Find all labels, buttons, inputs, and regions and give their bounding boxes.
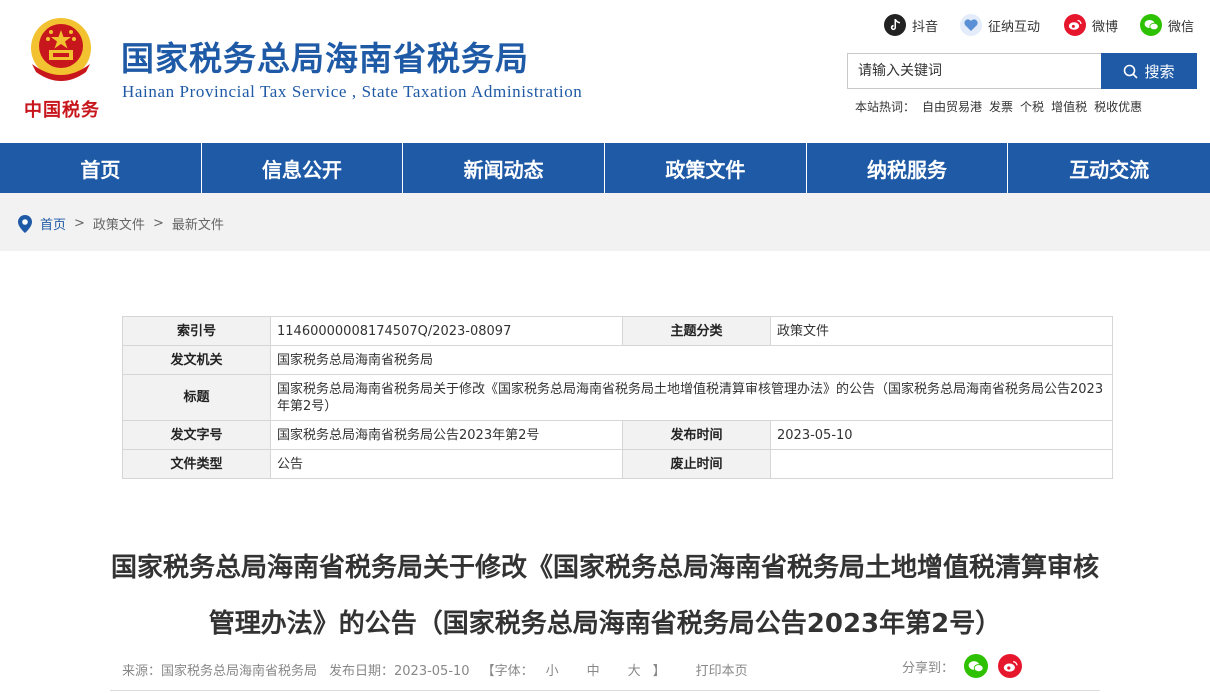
breadcrumb: 首页 > 政策文件 > 最新文件	[18, 214, 224, 233]
meta-value: 国家税务总局海南省税务局	[270, 345, 1113, 375]
meta-key: 发布时间	[622, 420, 771, 450]
nav-item-home[interactable]: 首页	[0, 143, 202, 193]
article-date: 发布日期：2023-05-10	[329, 664, 470, 679]
search-input[interactable]	[847, 53, 1101, 89]
table-row: 索引号 11460000008174507Q/2023-08097 主题分类 政…	[122, 316, 1113, 346]
social-label: 抖音	[912, 19, 939, 35]
breadcrumb-bar: 首页 > 政策文件 > 最新文件	[0, 193, 1210, 251]
social-wechat[interactable]: 微信	[1140, 14, 1194, 36]
meta-value: 国家税务总局海南省税务局关于修改《国家税务总局海南省税务局土地增值税清算审核管理…	[270, 374, 1113, 421]
article-info-bar: 来源：国家税务总局海南省税务局 发布日期：2023-05-10 【字体： 小 中…	[122, 660, 748, 679]
meta-value: 11460000008174507Q/2023-08097	[270, 316, 623, 346]
breadcrumb-separator: >	[74, 216, 85, 231]
social-weibo[interactable]: 微博	[1064, 14, 1118, 36]
document-meta-table: 索引号 11460000008174507Q/2023-08097 主题分类 政…	[122, 316, 1113, 479]
search-icon	[1124, 64, 1139, 79]
font-size-bracket-close: 】	[652, 664, 666, 679]
site-subtitle: Hainan Provincial Tax Service , State Ta…	[122, 82, 583, 101]
hotword-link[interactable]: 增值税	[1051, 98, 1087, 115]
table-row: 发文机关 国家税务总局海南省税务局	[122, 345, 1113, 375]
print-button[interactable]: 打印本页	[696, 660, 748, 679]
meta-key: 标题	[122, 374, 271, 421]
nav-item-interaction[interactable]: 互动交流	[1008, 143, 1210, 193]
search-button-label: 搜索	[1144, 62, 1175, 81]
breadcrumb-policy[interactable]: 政策文件	[93, 214, 145, 233]
social-douyin[interactable]: 抖音	[884, 14, 938, 36]
share-wechat-icon[interactable]	[964, 654, 989, 678]
meta-key: 主题分类	[622, 316, 771, 346]
site-title[interactable]: 国家税务总局海南省税务局	[121, 32, 529, 80]
table-row: 标题 国家税务总局海南省税务局关于修改《国家税务总局海南省税务局土地增值税清算审…	[122, 374, 1113, 421]
article-source: 来源：国家税务总局海南省税务局	[122, 664, 318, 679]
table-row: 文件类型 公告 废止时间	[122, 449, 1113, 479]
share-label: 分享到：	[902, 660, 955, 676]
meta-value	[770, 449, 1113, 479]
breadcrumb-separator: >	[152, 216, 164, 231]
font-size-small-button[interactable]: 小	[546, 660, 559, 679]
share-bar: 分享到：	[902, 654, 1023, 678]
social-label: 微博	[1092, 19, 1119, 35]
hotword-link[interactable]: 个税	[1020, 98, 1044, 115]
meta-value: 政策文件	[770, 316, 1113, 346]
social-label: 征纳互动	[988, 19, 1041, 35]
meta-value: 公告	[270, 449, 623, 479]
divider	[110, 690, 1100, 691]
nav-item-news[interactable]: 新闻动态	[403, 143, 606, 193]
meta-key: 文件类型	[122, 449, 271, 479]
nav-item-info-disclosure[interactable]: 信息公开	[202, 143, 404, 193]
meta-key: 废止时间	[622, 449, 771, 479]
article-title: 国家税务总局海南省税务局关于修改《国家税务总局海南省税务局土地增值税清算审核管理…	[110, 553, 1099, 639]
interaction-icon	[960, 14, 982, 36]
meta-value: 国家税务总局海南省税务局公告2023年第2号	[270, 420, 623, 450]
search-box: 搜索	[847, 53, 1197, 89]
search-button[interactable]: 搜索	[1101, 53, 1197, 89]
location-pin-icon	[18, 214, 32, 233]
hotword-link[interactable]: 自由贸易港	[922, 98, 982, 115]
font-size-controls: 小 中 大	[546, 660, 641, 679]
social-interaction[interactable]: 征纳互动	[960, 14, 1040, 36]
hotword-link[interactable]: 税收优惠	[1094, 98, 1142, 115]
hotwords-label: 本站热词：	[855, 100, 916, 114]
font-size-bracket-open: 【字体：	[481, 664, 534, 679]
social-label: 微信	[1168, 19, 1195, 35]
table-row: 发文字号 国家税务总局海南省税务局公告2023年第2号 发布时间 2023-05…	[122, 420, 1113, 450]
brand-script-logo: 中国税务	[24, 100, 100, 121]
meta-value: 2023-05-10	[770, 420, 1113, 450]
national-emblem-icon	[31, 18, 91, 81]
weibo-icon	[1064, 14, 1086, 36]
hotwords: 本站热词： 自由贸易港 发票 个税 增值税 税收优惠	[855, 98, 1142, 115]
font-size-medium-button[interactable]: 中	[587, 660, 600, 679]
wechat-icon	[1140, 14, 1162, 36]
site-header: 中国税务 国家税务总局海南省税务局 Hainan Provincial Tax …	[0, 0, 1210, 143]
font-size-large-button[interactable]: 大	[628, 660, 641, 679]
hotword-link[interactable]: 发票	[989, 98, 1013, 115]
meta-key: 发文字号	[122, 420, 271, 450]
douyin-icon	[884, 14, 906, 36]
share-weibo-icon[interactable]	[998, 654, 1023, 678]
meta-key: 索引号	[122, 316, 271, 346]
breadcrumb-latest[interactable]: 最新文件	[172, 214, 224, 233]
meta-key: 发文机关	[122, 345, 271, 375]
nav-item-policy-documents[interactable]: 政策文件	[605, 143, 807, 193]
breadcrumb-home[interactable]: 首页	[40, 214, 66, 233]
main-nav: 首页 信息公开 新闻动态 政策文件 纳税服务 互动交流	[0, 143, 1210, 193]
nav-item-taxpayer-service[interactable]: 纳税服务	[807, 143, 1009, 193]
